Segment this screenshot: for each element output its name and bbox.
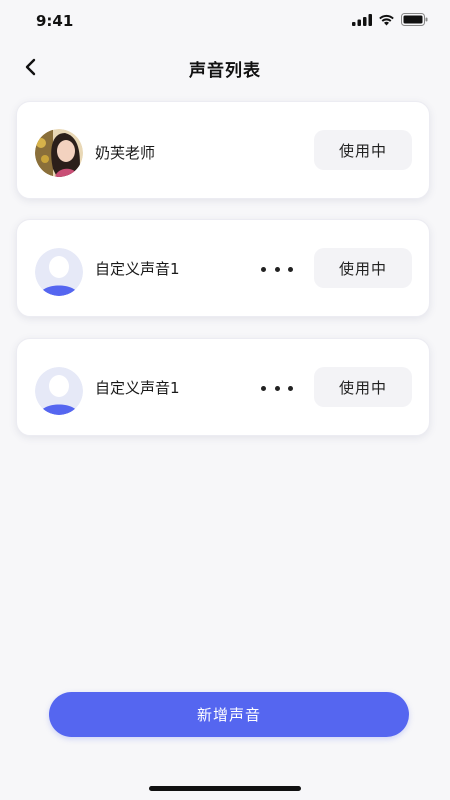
- default-user-avatar: [35, 367, 83, 415]
- voice-card[interactable]: 自定义声音1 使用中: [16, 219, 430, 317]
- cellular-signal-icon: [352, 13, 372, 26]
- add-voice-button[interactable]: 新增声音: [49, 692, 409, 737]
- status-time: 9:41: [36, 12, 74, 30]
- voice-card[interactable]: 奶芙老师 使用中: [16, 101, 430, 199]
- voice-name: 自定义声音1: [95, 260, 180, 278]
- default-user-avatar: [35, 248, 83, 296]
- home-indicator: [149, 786, 301, 791]
- battery-icon: [401, 13, 428, 26]
- more-icon[interactable]: [261, 377, 293, 399]
- status-icons: [352, 13, 428, 26]
- voice-name: 奶芙老师: [95, 144, 156, 162]
- wifi-icon: [379, 14, 394, 25]
- status-bar: 9:41: [0, 0, 450, 44]
- photo-avatar: [35, 129, 83, 177]
- screen: 9:41 声音列表 奶芙老师 使用中 自定义声音1 使用中 自定义声音1 使用中…: [0, 0, 450, 800]
- page-title: 声音列表: [189, 61, 261, 81]
- nav-bar: 声音列表: [0, 44, 450, 90]
- use-button[interactable]: 使用中: [314, 130, 412, 170]
- use-button[interactable]: 使用中: [314, 367, 412, 407]
- more-icon[interactable]: [261, 258, 293, 280]
- voice-name: 自定义声音1: [95, 379, 180, 397]
- voice-card[interactable]: 自定义声音1 使用中: [16, 338, 430, 436]
- use-button[interactable]: 使用中: [314, 248, 412, 288]
